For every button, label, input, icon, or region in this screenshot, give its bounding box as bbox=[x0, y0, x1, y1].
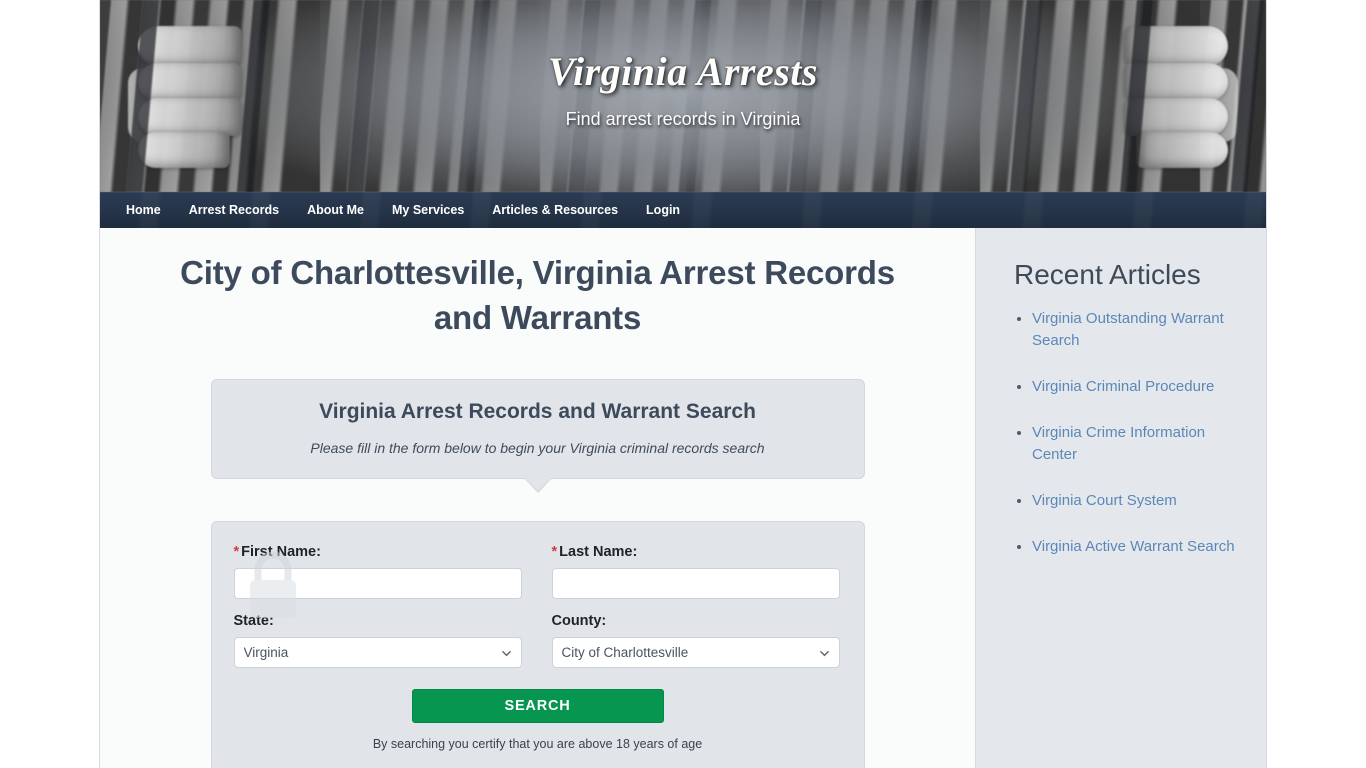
list-item: Virginia Active Warrant Search bbox=[1032, 536, 1244, 558]
callout-title: Virginia Arrest Records and Warrant Sear… bbox=[319, 400, 756, 423]
search-callout: Virginia Arrest Records and Warrant Sear… bbox=[210, 379, 865, 493]
sidebar-article-link[interactable]: Virginia Criminal Procedure bbox=[1032, 378, 1214, 395]
nav-item-my-services[interactable]: My Services bbox=[378, 192, 478, 228]
sidebar: Recent Articles Virginia Outstanding War… bbox=[975, 228, 1266, 768]
nav-item-articles-resources[interactable]: Articles & Resources bbox=[478, 192, 632, 228]
sidebar-article-link[interactable]: Virginia Active Warrant Search bbox=[1032, 538, 1235, 555]
county-select-wrap: City of Charlottesville bbox=[551, 637, 840, 668]
sidebar-article-link[interactable]: Virginia Outstanding Warrant Search bbox=[1032, 310, 1224, 349]
list-item: Virginia Court System bbox=[1032, 490, 1244, 512]
nav-item-login[interactable]: Login bbox=[632, 192, 694, 228]
page-title: City of Charlottesville, Virginia Arrest… bbox=[180, 254, 895, 336]
last-name-input[interactable] bbox=[551, 568, 840, 599]
nav-item-arrest-records[interactable]: Arrest Records bbox=[175, 192, 293, 228]
site-banner: Virginia Arrests Find arrest records in … bbox=[100, 0, 1266, 192]
last-name-label: * Last Name: bbox=[552, 544, 840, 560]
last-name-label-text: Last Name: bbox=[559, 544, 638, 560]
name-fields-row: * First Name: * Last Name: bbox=[233, 544, 842, 599]
search-button[interactable]: SEARCH bbox=[411, 689, 664, 723]
county-field-group: County: City of Charlottesville bbox=[551, 613, 840, 668]
site-tagline: Find arrest records in Virginia bbox=[565, 109, 801, 129]
first-name-label: * First Name: bbox=[234, 544, 522, 560]
recent-articles-title: Recent Articles bbox=[1014, 259, 1201, 290]
nav-item-about-me[interactable]: About Me bbox=[293, 192, 378, 228]
state-select-wrap: Virginia bbox=[233, 637, 522, 668]
banner-text-block: Virginia Arrests Find arrest records in … bbox=[100, 48, 1266, 130]
required-marker: * bbox=[551, 544, 558, 560]
sidebar-article-link[interactable]: Virginia Crime Information Center bbox=[1032, 424, 1205, 463]
list-item: Virginia Crime Information Center bbox=[1032, 422, 1244, 466]
first-name-field-group: * First Name: bbox=[233, 544, 522, 599]
list-item: Virginia Criminal Procedure bbox=[1032, 376, 1244, 398]
callout-subtitle: Please fill in the form below to begin y… bbox=[310, 440, 765, 456]
first-name-input[interactable] bbox=[233, 568, 522, 599]
main-column: City of Charlottesville, Virginia Arrest… bbox=[100, 228, 975, 768]
page-container: Virginia Arrests Find arrest records in … bbox=[99, 0, 1267, 768]
county-select[interactable]: City of Charlottesville bbox=[551, 637, 840, 668]
sidebar-article-link[interactable]: Virginia Court System bbox=[1032, 492, 1177, 509]
state-label: State: bbox=[233, 613, 274, 629]
state-field-group: State: Virginia bbox=[233, 613, 522, 668]
first-name-label-text: First Name: bbox=[241, 544, 321, 560]
age-disclaimer: By searching you certify that you are ab… bbox=[372, 737, 703, 751]
state-select[interactable]: Virginia bbox=[233, 637, 522, 668]
callout-tail-fill bbox=[524, 478, 551, 491]
required-marker: * bbox=[233, 544, 240, 560]
arrest-search-form: * First Name: * Last Name: State: Virgin… bbox=[210, 521, 865, 768]
last-name-field-group: * Last Name: bbox=[551, 544, 840, 599]
main-navigation: Home Arrest Records About Me My Services… bbox=[100, 192, 1266, 228]
recent-articles-list: Virginia Outstanding Warrant Search Virg… bbox=[1014, 308, 1244, 558]
nav-item-home[interactable]: Home bbox=[112, 192, 175, 228]
list-item: Virginia Outstanding Warrant Search bbox=[1032, 308, 1244, 352]
location-fields-row: State: Virginia County: City of Charlott… bbox=[233, 613, 842, 668]
content-wrapper: City of Charlottesville, Virginia Arrest… bbox=[100, 228, 1266, 768]
site-title: Virginia Arrests bbox=[548, 49, 818, 94]
county-label: County: bbox=[551, 613, 607, 629]
